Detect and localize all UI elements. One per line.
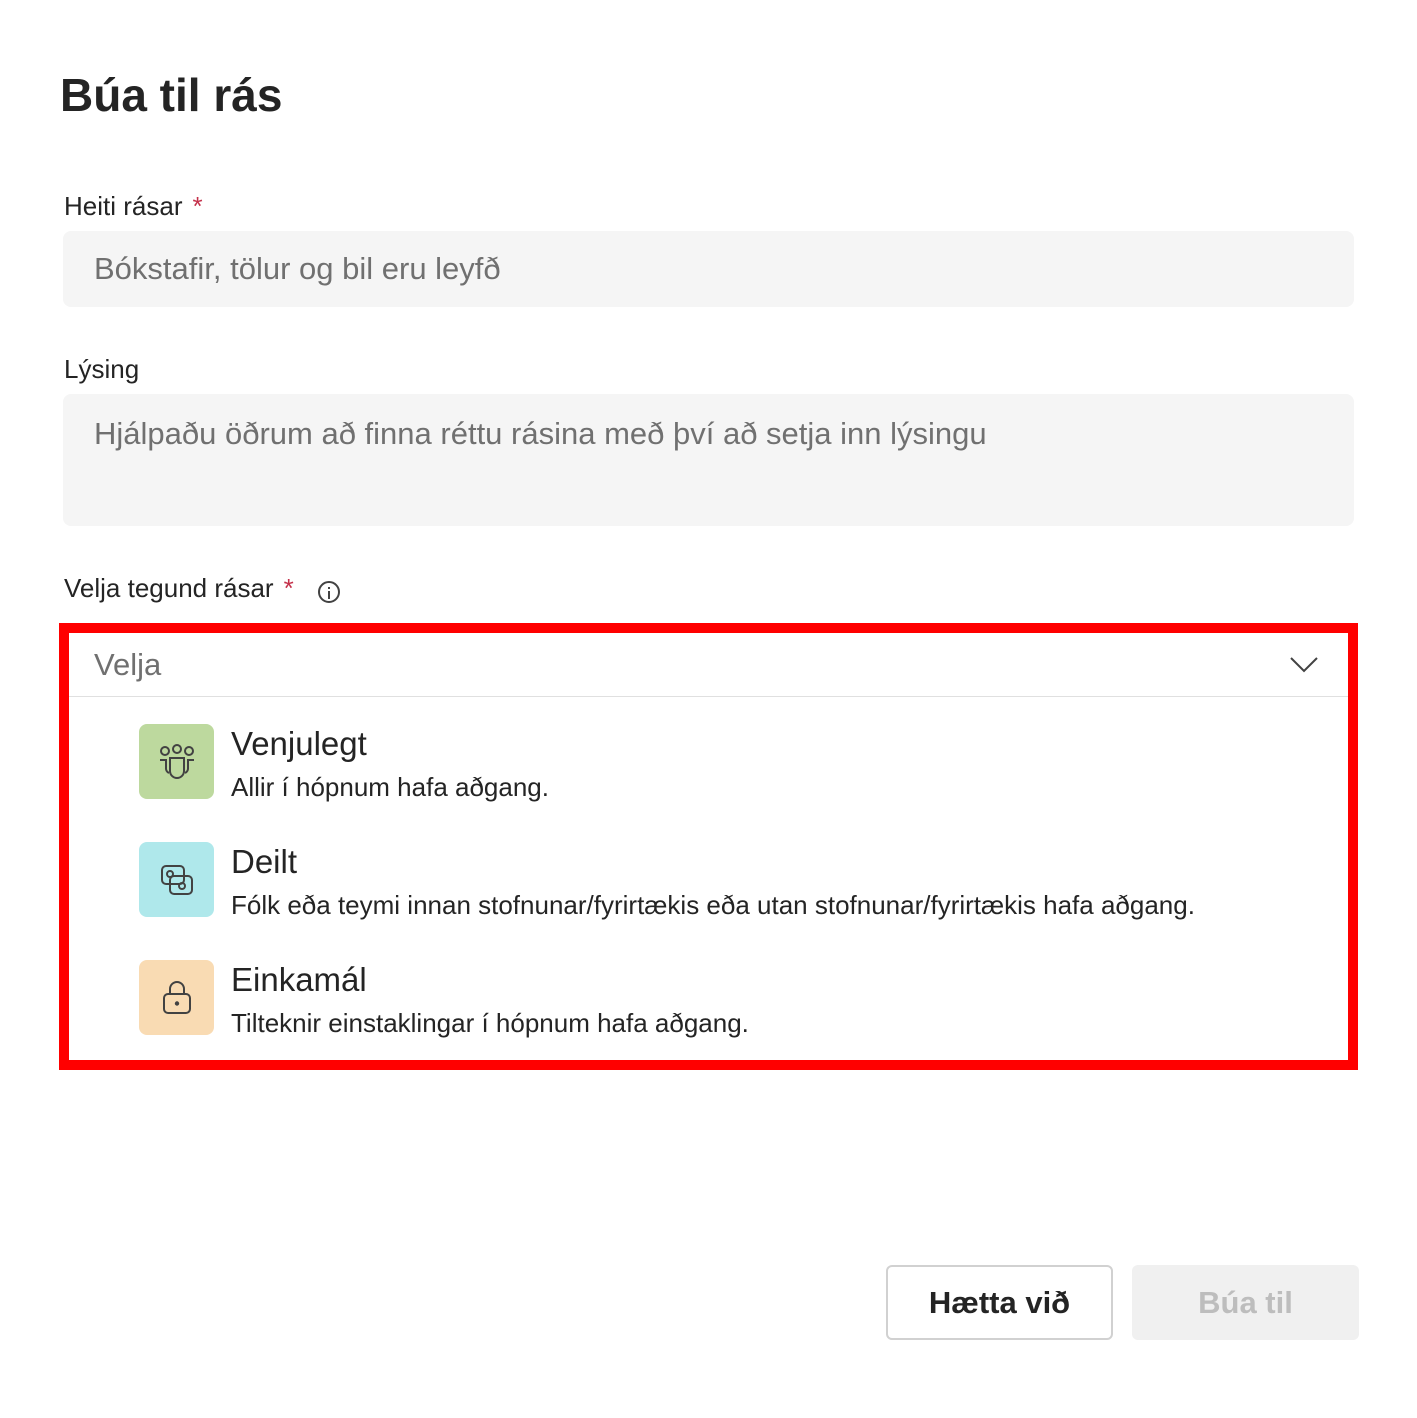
required-mark: * [283, 573, 294, 603]
channel-type-dropdown: Velja Venjulegt Allir í hópnum hafa aðga… [59, 623, 1358, 1070]
channel-name-label-text: Heiti rásar [64, 191, 183, 221]
select-placeholder: Velja [94, 647, 162, 682]
option-private-description: Tilteknir einstaklingar í hópnum hafa að… [231, 1008, 749, 1038]
shared-channel-icon [139, 842, 214, 917]
description-label: Lýsing [64, 352, 139, 386]
option-standard-description: Allir í hópnum hafa aðgang. [231, 772, 549, 802]
required-mark: * [192, 191, 203, 221]
channel-name-label: Heiti rásar * [64, 189, 203, 223]
option-private-title: Einkamál [231, 961, 367, 998]
create-button[interactable]: Búa til [1132, 1265, 1359, 1340]
description-placeholder: Hjálpaðu öðrum að finna réttu rásina með… [94, 416, 987, 451]
dialog-title: Búa til rás [60, 69, 283, 121]
create-channel-dialog: Búa til rás Heiti rásar * Bókstafir, tölu… [0, 0, 1417, 1418]
lock-icon [139, 960, 214, 1035]
people-team-icon [139, 724, 214, 799]
description-input[interactable]: Hjálpaðu öðrum að finna réttu rásina með… [63, 394, 1354, 526]
channel-type-label-text: Velja tegund rásar [64, 573, 274, 603]
option-standard-title: Venjulegt [231, 725, 367, 762]
chevron-down-icon[interactable] [1290, 657, 1318, 673]
option-shared-title: Deilt [231, 843, 298, 880]
option-shared-description: Fólk eða teymi innan stofnunar/fyrirtæki… [231, 890, 1195, 920]
option-shared[interactable]: Deilt Fólk eða teymi innan stofnunar/fyr… [139, 842, 1329, 932]
option-standard[interactable]: Venjulegt Allir í hópnum hafa aðgang. [139, 724, 1329, 814]
option-private[interactable]: Einkamál Tilteknir einstaklingar í hópnu… [139, 960, 1329, 1050]
channel-type-select[interactable]: Velja [69, 633, 1348, 697]
info-icon[interactable] [317, 581, 340, 604]
channel-name-placeholder: Bókstafir, tölur og bil eru leyfð [94, 251, 501, 286]
channel-type-label: Velja tegund rásar * [64, 571, 340, 605]
cancel-button[interactable]: Hætta við [886, 1265, 1113, 1340]
channel-name-input[interactable]: Bókstafir, tölur og bil eru leyfð [63, 231, 1354, 307]
description-label-text: Lýsing [64, 354, 140, 384]
